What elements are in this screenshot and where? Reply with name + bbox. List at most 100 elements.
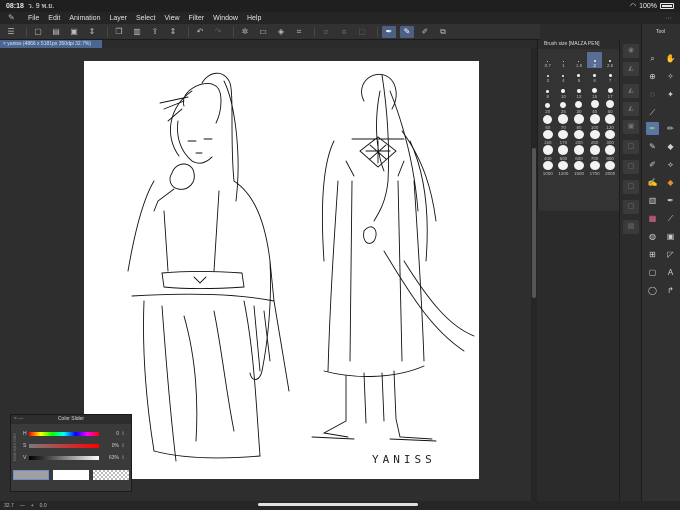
dock-material-icon[interactable]: ▢: [623, 200, 639, 214]
snap-icon[interactable]: ⧉: [436, 26, 450, 38]
home-indicator[interactable]: [258, 503, 418, 506]
menu-view[interactable]: View: [164, 15, 179, 22]
brush-size-option[interactable]: 170: [556, 129, 572, 145]
brush-size-option[interactable]: 0.7: [540, 52, 556, 68]
wand-icon[interactable]: ✧: [664, 70, 677, 83]
frame-border-icon[interactable]: ⊞: [646, 248, 659, 261]
undo-icon[interactable]: ↶: [193, 26, 207, 38]
value-stepper-icon[interactable]: ⇕: [119, 455, 127, 461]
export-icon[interactable]: ⇪: [148, 26, 162, 38]
menu-window[interactable]: Window: [213, 15, 238, 22]
dock-layer-panel-icon[interactable]: ▤: [623, 220, 639, 234]
document-tab[interactable]: × yaniss (4866 x 5181px 350dpi 32.7%): [0, 40, 102, 48]
brush-size-option[interactable]: 80: [571, 114, 587, 130]
text-icon[interactable]: A: [664, 266, 677, 279]
brush-size-option[interactable]: 40: [587, 99, 603, 114]
main-color-swatch[interactable]: [13, 470, 49, 480]
gear-icon[interactable]: ✲: [238, 26, 252, 38]
auto-select-icon[interactable]: ✦: [664, 88, 677, 101]
brush-size-option[interactable]: 70: [556, 114, 572, 130]
menu-help[interactable]: Help: [247, 15, 261, 22]
brush-size-option[interactable]: 20: [540, 99, 556, 114]
brush-size-option[interactable]: 50: [602, 99, 618, 114]
sub-color-swatch[interactable]: [53, 470, 89, 480]
saturation-stepper-icon[interactable]: ⇕: [119, 443, 127, 449]
brush-size-option[interactable]: 60: [540, 114, 556, 130]
transform-icon[interactable]: ⌗: [292, 26, 306, 38]
dock-property-icon[interactable]: ▣: [623, 120, 639, 134]
rectangle-icon[interactable]: ▢: [646, 266, 659, 279]
fill-tool-icon[interactable]: ◆: [664, 176, 677, 189]
brush-size-option[interactable]: 200: [571, 129, 587, 145]
brush-size-option[interactable]: 100: [587, 114, 603, 130]
paste-icon[interactable]: ▥: [130, 26, 144, 38]
brush-size-option[interactable]: 2000: [602, 160, 618, 176]
brush-size-option[interactable]: 17: [602, 83, 618, 99]
menu-file[interactable]: File: [28, 15, 39, 22]
zoom-value[interactable]: 32.7: [4, 503, 14, 509]
brush-size-option[interactable]: 8: [540, 83, 556, 99]
brush-size-option[interactable]: 2: [586, 52, 603, 68]
menu-icon[interactable]: ☰: [4, 26, 18, 38]
gradient-icon[interactable]: ▥: [646, 194, 659, 207]
brush-size-option[interactable]: 3: [540, 68, 556, 83]
brush-size-option[interactable]: 300: [602, 129, 618, 145]
brush-size-option[interactable]: 600: [571, 145, 587, 161]
fill-icon[interactable]: ◈: [274, 26, 288, 38]
brush-size-option[interactable]: 15: [587, 83, 603, 99]
brush-size-option[interactable]: 12: [571, 83, 587, 99]
brush-tool-icon[interactable]: ✎: [646, 140, 659, 153]
pencil-tool-icon[interactable]: ✏: [664, 122, 677, 135]
copy-icon[interactable]: ❐: [112, 26, 126, 38]
eraser-icon[interactable]: ✐: [418, 26, 432, 38]
brush-size-option[interactable]: 1700: [587, 160, 603, 176]
ruler-icon[interactable]: ⟋: [664, 212, 677, 225]
brush-size-option[interactable]: 30: [571, 99, 587, 114]
operation-icon[interactable]: ◸: [664, 248, 677, 261]
brush-size-option[interactable]: 1.5: [571, 52, 587, 68]
scrollbar-thumb[interactable]: [532, 148, 536, 298]
correct-line-icon[interactable]: ↱: [664, 284, 677, 297]
zoom-in-icon[interactable]: +: [31, 503, 34, 509]
selection-icon[interactable]: ▢: [355, 26, 369, 38]
brush-size-option[interactable]: 4: [556, 68, 572, 83]
zoom-in-icon[interactable]: ⊕: [646, 70, 659, 83]
hue-stepper-icon[interactable]: ⇕: [119, 431, 127, 437]
deselect-icon[interactable]: ⧄: [319, 26, 333, 38]
menu-edit[interactable]: Edit: [48, 15, 60, 22]
menu-layer[interactable]: Layer: [109, 15, 127, 22]
open-icon[interactable]: ▤: [49, 26, 63, 38]
clear-icon[interactable]: ▭: [256, 26, 270, 38]
eyedropper-icon[interactable]: ⟋: [646, 106, 659, 119]
dock-subtool-icon[interactable]: ◭: [623, 84, 639, 98]
brush-size-option[interactable]: 120: [602, 114, 618, 130]
zoom-out-icon[interactable]: —: [20, 503, 25, 509]
invert-selection-icon[interactable]: ⧈: [337, 26, 351, 38]
brush-size-option[interactable]: 1500: [571, 160, 587, 176]
close-icon[interactable]: × —: [14, 415, 23, 424]
saturation-slider[interactable]: [29, 444, 99, 448]
brush-size-option[interactable]: 700: [587, 145, 603, 161]
pen-icon[interactable]: ✒: [382, 25, 396, 38]
brush-size-option[interactable]: 25: [556, 99, 572, 114]
value-slider[interactable]: [29, 456, 99, 460]
menu-filter[interactable]: Filter: [189, 15, 205, 22]
figure-icon[interactable]: ✒: [664, 194, 677, 207]
more-icon[interactable]: ···: [665, 15, 672, 22]
brush-size-option[interactable]: 5: [571, 68, 587, 83]
dock-color-icon[interactable]: ▢: [623, 160, 639, 174]
dock-navigator-icon[interactable]: ▢: [623, 140, 639, 154]
brush-size-option[interactable]: 1200: [556, 160, 572, 176]
stepper-icon[interactable]: ⇕: [85, 26, 99, 38]
app-logo-icon[interactable]: ✎: [8, 13, 20, 23]
angle-value[interactable]: 0.0: [40, 503, 47, 509]
menu-animation[interactable]: Animation: [69, 15, 100, 22]
brush-size-option[interactable]: 6: [587, 68, 603, 83]
fill-bucket-icon[interactable]: ◍: [646, 230, 659, 243]
drawing-canvas[interactable]: YANISS: [84, 61, 479, 479]
brush-icon[interactable]: ✎: [400, 25, 414, 38]
pen-tool-icon[interactable]: ✒: [646, 122, 659, 135]
brush-size-option[interactable]: 1000: [540, 160, 556, 176]
menu-select[interactable]: Select: [136, 15, 155, 22]
lasso-icon[interactable]: ◌: [646, 88, 659, 101]
